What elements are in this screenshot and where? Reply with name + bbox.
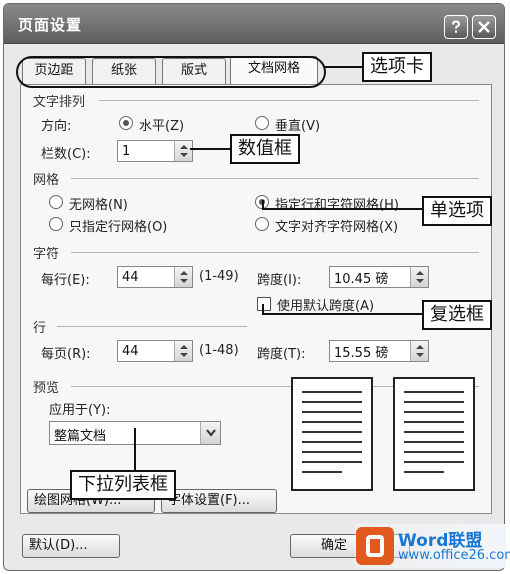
divider <box>71 252 479 253</box>
apply-to-label: 应用于(Y): <box>49 403 111 418</box>
callout-radio: 单选项 <box>422 196 492 226</box>
spin-arrows-icon <box>416 345 424 357</box>
default-button[interactable]: 默认(D)... <box>22 534 120 558</box>
preview-page-left <box>291 377 373 491</box>
spin-arrows-icon <box>180 145 188 157</box>
horizontal-radio[interactable] <box>119 116 133 130</box>
callout-spinbox: 数值框 <box>230 134 300 164</box>
lines-per-page-label: 每页(R): <box>41 347 91 362</box>
chars-per-line-input[interactable] <box>118 267 174 287</box>
divider <box>99 100 479 101</box>
line-pitch-input[interactable] <box>330 341 410 361</box>
dropdown-arrow[interactable] <box>200 422 220 444</box>
callout-line-checkbox <box>262 313 422 315</box>
line-only-grid-label: 只指定行网格(O) <box>69 220 168 235</box>
window-title: 页面设置 <box>18 16 83 34</box>
line-pitch-spinbox[interactable] <box>329 340 429 362</box>
chars-per-line-spin-arrows[interactable] <box>174 267 192 287</box>
no-grid-radio[interactable] <box>49 195 63 209</box>
callout-line-radio-tick <box>262 200 264 210</box>
divider <box>71 178 479 179</box>
char-pitch-input[interactable] <box>330 267 410 287</box>
snap-char-grid-label: 文字对齐字符网格(X) <box>275 220 399 235</box>
tab-layout[interactable]: 版式 <box>162 58 226 84</box>
columns-spinbox[interactable] <box>117 140 193 162</box>
watermark-url: www.office26.com <box>398 548 510 563</box>
lines-per-page-input[interactable] <box>118 341 174 361</box>
line-pitch-spin-arrows[interactable] <box>410 341 428 361</box>
text-direction-section-title: 文字排列 <box>33 95 86 110</box>
vertical-label: 垂直(V) <box>275 119 321 134</box>
office-logo-icon <box>356 527 394 565</box>
title-bar: 页面设置 <box>4 4 504 44</box>
columns-label: 栏数(C): <box>41 147 91 162</box>
preview-page-right <box>393 377 475 491</box>
spin-arrows-icon <box>416 271 424 283</box>
vertical-radio[interactable] <box>255 116 269 130</box>
chars-section-title: 字符 <box>33 247 60 262</box>
char-pitch-spin-arrows[interactable] <box>410 267 428 287</box>
callout-line-radio <box>262 208 422 210</box>
chars-per-line-label: 每行(E): <box>41 273 90 288</box>
line-pitch-label: 跨度(T): <box>257 347 306 362</box>
font-settings-button[interactable]: 字体设置(F)... <box>161 489 277 513</box>
char-pitch-spinbox[interactable] <box>329 266 429 288</box>
tab-margins[interactable]: 页边距 <box>22 58 86 84</box>
watermark: Word联盟 www.office26.com <box>354 524 510 568</box>
lines-per-page-spinbox[interactable] <box>117 340 193 362</box>
default-pitch-label: 使用默认跨度(A) <box>277 299 375 314</box>
callout-line-tabs <box>324 66 362 68</box>
tab-paper[interactable]: 纸张 <box>92 58 156 84</box>
line-only-grid-radio[interactable] <box>49 217 63 231</box>
grid-section-title: 网格 <box>33 173 60 188</box>
spin-arrows-icon <box>180 345 188 357</box>
chevron-down-icon <box>206 429 216 437</box>
direction-label: 方向: <box>41 119 72 134</box>
callout-line-spin <box>190 148 230 150</box>
close-icon <box>478 21 490 33</box>
lines-section-title: 行 <box>33 321 47 336</box>
help-icon <box>452 20 461 33</box>
columns-spin-arrows[interactable] <box>174 141 192 161</box>
no-grid-label: 无网格(N) <box>69 198 128 213</box>
chars-per-line-spinbox[interactable] <box>117 266 193 288</box>
help-button[interactable] <box>444 15 468 39</box>
line-char-grid-label: 指定行和字符网格(H) <box>275 198 399 213</box>
preview-section-title: 预览 <box>33 381 60 396</box>
default-pitch-checkbox[interactable] <box>257 297 271 311</box>
horizontal-label: 水平(Z) <box>139 119 185 134</box>
callout-line-dropdown <box>134 428 136 472</box>
apply-to-value: 整篇文档 <box>54 429 107 444</box>
callout-dropdown: 下拉列表框 <box>70 470 176 500</box>
char-pitch-label: 跨度(I): <box>257 273 302 288</box>
columns-input[interactable] <box>118 141 174 161</box>
tab-document-grid[interactable]: 文档网格 <box>230 56 318 84</box>
callout-checkbox: 复选框 <box>422 300 492 330</box>
lines-per-page-range: (1-48) <box>199 343 239 358</box>
callout-tabs: 选项卡 <box>362 52 432 82</box>
spin-arrows-icon <box>180 271 188 283</box>
chars-per-line-range: (1-49) <box>199 269 239 284</box>
divider <box>57 326 247 327</box>
close-button[interactable] <box>472 15 496 39</box>
lines-per-page-spin-arrows[interactable] <box>174 341 192 361</box>
snap-char-grid-radio[interactable] <box>255 217 269 231</box>
callout-line-checkbox-tick <box>262 304 264 314</box>
